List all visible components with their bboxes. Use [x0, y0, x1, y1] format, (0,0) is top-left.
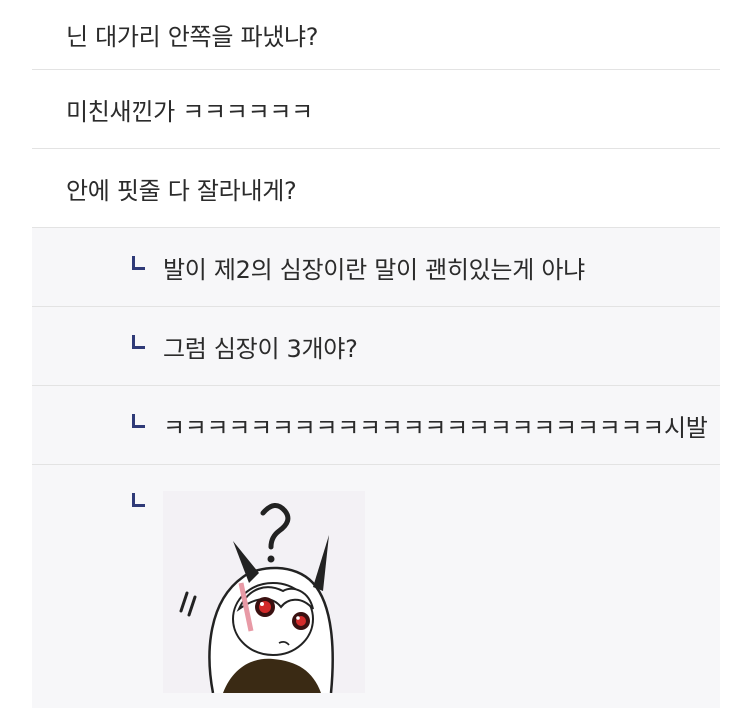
comment-list: 닌 대가리 안쪽을 파냈냐? 미친새낀가 ㅋㅋㅋㅋㅋㅋ 안에 핏줄 다 잘라내게…	[32, 0, 720, 708]
reply-arrow-icon	[132, 256, 145, 270]
reply-row[interactable]: 그럼 심장이 3개야?	[32, 307, 720, 386]
reply-arrow-icon	[132, 335, 145, 349]
reply-row[interactable]: 발이 제2의 심장이란 말이 괜히있는게 아냐	[32, 228, 720, 307]
comment-row[interactable]: 닌 대가리 안쪽을 파냈냐?	[32, 0, 720, 70]
reply-row[interactable]: ㅋㅋㅋㅋㅋㅋㅋㅋㅋㅋㅋㅋㅋㅋㅋㅋㅋㅋㅋㅋㅋㅋㅋ시발	[32, 386, 720, 465]
confused-anime-girl-icon	[163, 491, 365, 693]
reply-row-sticker[interactable]	[32, 465, 720, 708]
reply-arrow-icon	[132, 414, 145, 428]
comment-text: 닌 대가리 안쪽을 파냈냐?	[66, 23, 319, 51]
comment-text: 미친새낀가 ㅋㅋㅋㅋㅋㅋ	[66, 97, 313, 126]
comment-row[interactable]: 안에 핏줄 다 잘라내게?	[32, 149, 720, 228]
confused-sticker-image[interactable]	[163, 491, 365, 693]
reply-arrow-icon	[132, 493, 145, 507]
comment-row[interactable]: 미친새낀가 ㅋㅋㅋㅋㅋㅋ	[32, 70, 720, 149]
reply-text: ㅋㅋㅋㅋㅋㅋㅋㅋㅋㅋㅋㅋㅋㅋㅋㅋㅋㅋㅋㅋㅋㅋㅋ시발	[163, 413, 708, 442]
reply-text: 그럼 심장이 3개야?	[163, 334, 358, 363]
reply-text: 발이 제2의 심장이란 말이 괜히있는게 아냐	[163, 255, 585, 284]
comment-text: 안에 핏줄 다 잘라내게?	[66, 176, 297, 205]
